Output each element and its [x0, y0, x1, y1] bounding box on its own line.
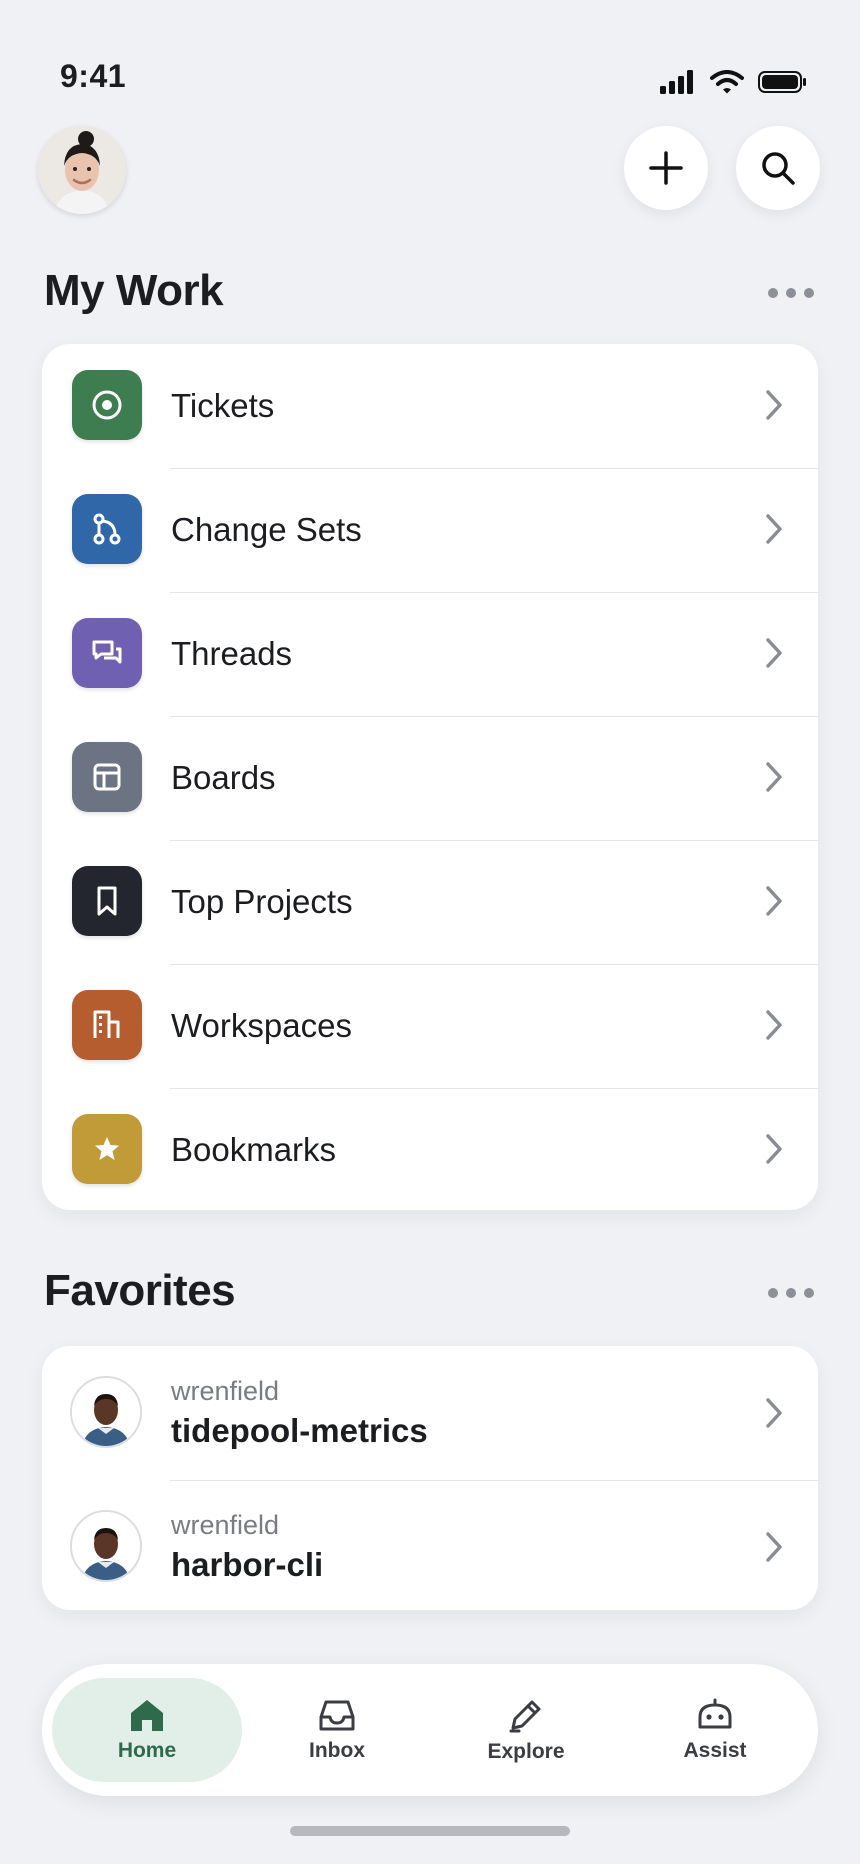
- chevron-right-icon: [766, 1134, 782, 1164]
- tab-label: Assist: [683, 1739, 747, 1762]
- search-icon: [762, 152, 795, 185]
- board-layout-icon: [72, 742, 142, 812]
- chevron-right-icon: [766, 390, 782, 420]
- chevron-right-icon: [766, 1532, 782, 1562]
- favorites-list: wrenfield tidepool-metrics wrenfield har…: [42, 1346, 818, 1610]
- target-icon: [72, 370, 142, 440]
- more-dot: [804, 1288, 814, 1298]
- list-item-label: Workspaces: [171, 1007, 352, 1044]
- tab-label: Inbox: [309, 1739, 365, 1762]
- cellular-signal-icon: [660, 70, 693, 94]
- tab-home[interactable]: Home: [52, 1678, 242, 1782]
- pen-icon: [509, 1700, 541, 1733]
- list-item-top-projects[interactable]: Top Projects: [42, 840, 818, 964]
- favorite-repo-name: tidepool-metrics: [171, 1412, 428, 1449]
- status-time: 9:41: [60, 58, 127, 94]
- chevron-right-icon: [766, 1398, 782, 1428]
- battery-icon: [758, 71, 806, 93]
- list-item-tickets[interactable]: Tickets: [42, 344, 818, 468]
- list-item-label: Top Projects: [171, 883, 353, 920]
- profile-avatar[interactable]: [38, 126, 126, 214]
- chevron-right-icon: [766, 514, 782, 544]
- list-item-threads[interactable]: Threads: [42, 592, 818, 716]
- favorite-item-tidepool-metrics[interactable]: wrenfield tidepool-metrics: [42, 1346, 818, 1480]
- favorite-owner: wrenfield: [171, 1376, 280, 1406]
- chevron-right-icon: [766, 1010, 782, 1040]
- favorites-more-button[interactable]: [768, 1288, 814, 1298]
- inbox-tray-icon: [319, 1700, 355, 1731]
- profile-photo: [38, 126, 126, 214]
- status-icons: [660, 70, 808, 94]
- home-indicator[interactable]: [290, 1826, 570, 1836]
- more-dot: [786, 1288, 796, 1298]
- more-dot: [786, 288, 796, 298]
- list-item-bookmarks[interactable]: Bookmarks: [42, 1088, 818, 1210]
- tab-label: Home: [117, 1739, 177, 1762]
- list-item-label: Threads: [171, 635, 293, 672]
- owner-avatar: [70, 1376, 142, 1448]
- tab-explore[interactable]: Explore: [431, 1678, 621, 1782]
- section-title-favorites: Favorites: [44, 1266, 236, 1315]
- favorite-repo-name: harbor-cli: [171, 1546, 324, 1583]
- chat-bubbles-icon: [72, 618, 142, 688]
- my-work-list: Tickets Change Sets Threads Boards Top P…: [42, 344, 818, 1210]
- tab-inbox[interactable]: Inbox: [242, 1678, 432, 1782]
- list-item-change-sets[interactable]: Change Sets: [42, 468, 818, 592]
- list-item-label: Boards: [171, 759, 276, 796]
- owner-avatar: [70, 1510, 142, 1582]
- list-item-label: Bookmarks: [171, 1131, 337, 1168]
- tab-label: Explore: [487, 1740, 565, 1763]
- star-icon: [72, 1114, 142, 1184]
- plus-icon: [649, 151, 683, 185]
- branch-merge-icon: [72, 494, 142, 564]
- tab-assist[interactable]: Assist: [620, 1678, 810, 1782]
- chevron-right-icon: [766, 638, 782, 668]
- search-button[interactable]: [736, 126, 820, 210]
- section-title-my-work: My Work: [44, 266, 224, 315]
- list-item-label: Tickets: [171, 387, 275, 424]
- list-item-label: Change Sets: [171, 511, 362, 548]
- chevron-right-icon: [766, 886, 782, 916]
- more-dot: [804, 288, 814, 298]
- home-icon: [131, 1700, 163, 1731]
- add-button[interactable]: [624, 126, 708, 210]
- wifi-icon: [710, 70, 744, 94]
- robot-icon: [698, 1698, 732, 1729]
- chevron-right-icon: [766, 762, 782, 792]
- list-item-boards[interactable]: Boards: [42, 716, 818, 840]
- status-bar: 9:41: [0, 0, 860, 120]
- tab-bar: Home Inbox Explore Assist: [42, 1664, 818, 1796]
- favorite-owner: wrenfield: [171, 1510, 280, 1540]
- my-work-more-button[interactable]: [768, 288, 814, 298]
- bookmark-icon: [72, 866, 142, 936]
- favorite-item-harbor-cli[interactable]: wrenfield harbor-cli: [42, 1480, 818, 1610]
- list-item-workspaces[interactable]: Workspaces: [42, 964, 818, 1088]
- more-dot: [768, 288, 778, 298]
- building-icon: [72, 990, 142, 1060]
- more-dot: [768, 1288, 778, 1298]
